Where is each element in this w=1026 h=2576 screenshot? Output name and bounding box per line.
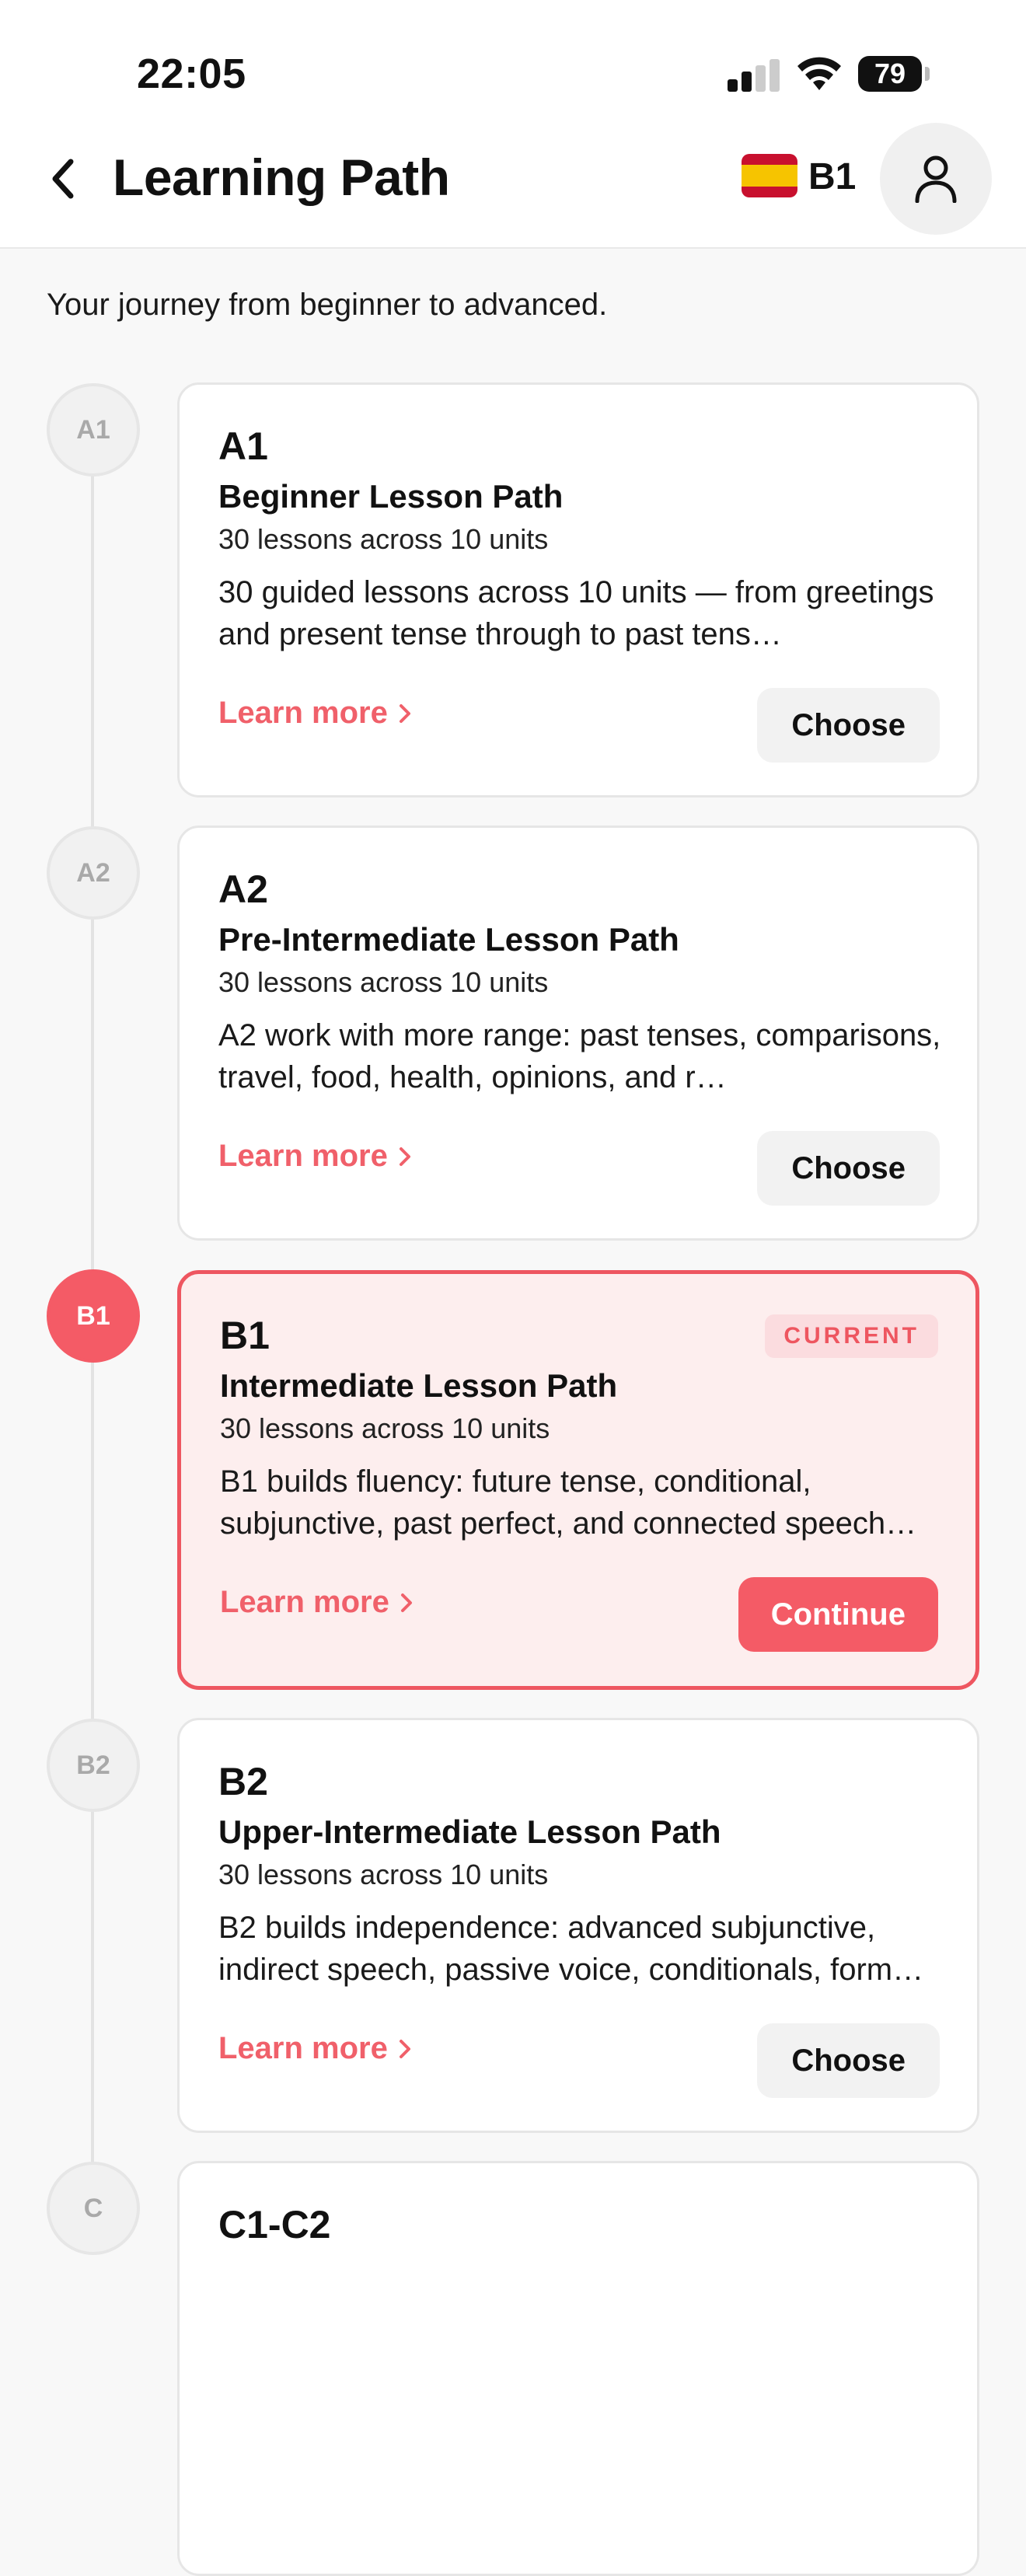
learn-more-link[interactable]: Learn more	[220, 1585, 413, 1620]
battery-indicator: 79	[858, 56, 930, 92]
timeline-node-b2: B2	[47, 1719, 140, 1812]
language-level[interactable]: B1	[808, 155, 856, 198]
battery-level: 79	[874, 58, 906, 89]
timeline-node-a2: A2	[47, 826, 140, 920]
spain-flag-icon[interactable]	[742, 154, 797, 197]
app-header: Learning Path B1	[0, 117, 1026, 249]
continue-button[interactable]: Continue	[738, 1577, 938, 1652]
learn-more-link[interactable]: Learn more	[218, 2031, 411, 2066]
level-code: A2	[218, 867, 268, 911]
level-title: Intermediate Lesson Path	[220, 1367, 618, 1404]
page-title: Learning Path	[113, 148, 450, 206]
profile-button[interactable]	[880, 123, 992, 235]
chevron-left-icon	[52, 159, 74, 199]
current-badge: CURRENT	[765, 1314, 938, 1358]
learn-more-link[interactable]: Learn more	[218, 1139, 411, 1174]
page-subtitle: Your journey from beginner to advanced.	[47, 288, 608, 322]
choose-button[interactable]: Choose	[757, 688, 940, 763]
level-title: Upper-Intermediate Lesson Path	[218, 1813, 721, 1850]
status-time: 22:05	[137, 51, 246, 97]
level-code: B2	[218, 1760, 268, 1803]
learn-more-label: Learn more	[218, 1139, 388, 1173]
chevron-right-icon	[400, 1593, 412, 1612]
level-code: C1-C2	[218, 2203, 331, 2246]
level-meta: 30 lessons across 10 units	[220, 1412, 550, 1444]
level-description: A2 work with more range: past tenses, co…	[218, 1018, 941, 1094]
level-meta: 30 lessons across 10 units	[218, 523, 549, 555]
user-icon	[915, 155, 957, 203]
chevron-right-icon	[399, 703, 410, 723]
timeline-node-a1: A1	[47, 383, 140, 476]
choose-button[interactable]: Choose	[757, 2023, 940, 2098]
level-card-b2: B2 Upper-Intermediate Lesson Path 30 les…	[177, 1718, 979, 2133]
level-code: B1	[220, 1314, 270, 1357]
timeline-node-b1: B1	[47, 1269, 140, 1363]
timeline-node-c: C	[47, 2162, 140, 2255]
status-bar: 22:05 79	[0, 0, 1026, 117]
level-meta: 30 lessons across 10 units	[218, 966, 549, 998]
learn-more-link[interactable]: Learn more	[218, 696, 411, 731]
learn-more-label: Learn more	[218, 2031, 388, 2065]
level-card-a2: A2 Pre-Intermediate Lesson Path 30 lesso…	[177, 826, 979, 1241]
level-title: Beginner Lesson Path	[218, 478, 564, 515]
chevron-right-icon	[399, 2039, 410, 2058]
level-description: B2 builds independence: advanced subjunc…	[218, 1911, 924, 1987]
learn-more-label: Learn more	[218, 696, 388, 730]
level-card-b1: B1 CURRENT Intermediate Lesson Path 30 l…	[177, 1270, 979, 1690]
level-card-c1-c2: C1-C2	[177, 2161, 979, 2576]
choose-button[interactable]: Choose	[757, 1131, 940, 1206]
level-title: Pre-Intermediate Lesson Path	[218, 921, 679, 958]
level-card-a1: A1 Beginner Lesson Path 30 lessons acros…	[177, 382, 979, 798]
level-description: B1 builds fluency: future tense, conditi…	[220, 1464, 917, 1541]
back-button[interactable]	[39, 154, 86, 204]
chevron-right-icon	[399, 1147, 410, 1166]
level-code: A1	[218, 424, 268, 468]
level-meta: 30 lessons across 10 units	[218, 1859, 549, 1890]
learn-more-label: Learn more	[220, 1585, 389, 1619]
cellular-signal-icon	[728, 59, 780, 92]
level-description: 30 guided lessons across 10 units — from…	[218, 575, 934, 651]
wifi-icon	[797, 57, 841, 90]
